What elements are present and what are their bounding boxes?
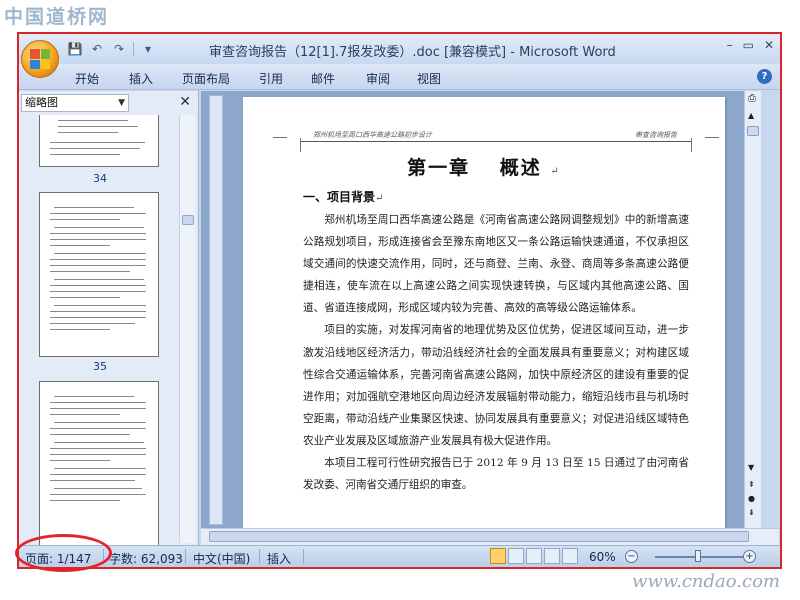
status-separator	[259, 549, 260, 564]
nav-scrollbar[interactable]	[179, 115, 195, 543]
status-separator	[185, 549, 186, 564]
zoom-in-button[interactable]: +	[743, 550, 756, 563]
close-button[interactable]: ✕	[764, 38, 774, 52]
language-status[interactable]: 中文(中国)	[193, 550, 250, 567]
nav-mode-select[interactable]: 缩略图 ▼	[21, 94, 129, 112]
help-icon[interactable]: ?	[757, 69, 772, 84]
page-header-right: 审查咨询报告	[635, 131, 677, 139]
crop-mark	[273, 137, 287, 138]
thumbnail-list: 34 35	[21, 115, 179, 545]
full-screen-reading-view-icon[interactable]	[508, 548, 524, 564]
tab-insert[interactable]: 插入	[129, 70, 153, 87]
crop-mark	[705, 137, 719, 138]
ruler-toggle-icon[interactable]: ⎙	[748, 93, 756, 104]
watermark-bottom: www.cndao.com	[632, 571, 780, 592]
scroll-down-icon[interactable]: ▼	[748, 463, 754, 472]
vertical-ruler	[209, 95, 223, 525]
save-icon[interactable]: 💾	[67, 41, 83, 57]
ribbon-tabs: 开始 插入 页面布局 引用 邮件 审阅 视图 ?	[19, 64, 780, 90]
nav-scroll-thumb[interactable]	[182, 215, 194, 225]
body-paragraph: 郑州机场至周口西华高速公路是《河南省高速公路网调整规划》中的新增高速公路规划项目…	[303, 214, 689, 315]
watermark-top: 中国道桥网	[4, 6, 110, 28]
body-paragraph: 项目的实施，对发挥河南省的地理优势及区位优势，促进区域间互动，进一步激发沿线地区…	[303, 324, 689, 447]
nav-mode-label: 缩略图	[25, 96, 58, 109]
insert-mode-status[interactable]: 插入	[267, 550, 291, 567]
zoom-slider-track[interactable]	[655, 556, 755, 558]
document-area: 郑州机场至周口西华高速公路初步设计 审查咨询报告 第一章 概述 ↵ 一、项目背景…	[201, 91, 761, 545]
window-controls: – ▭ ✕	[727, 38, 774, 52]
redo-icon[interactable]: ↷	[111, 41, 127, 57]
next-page-icon[interactable]: ⇟	[748, 508, 755, 517]
previous-page-icon[interactable]: ⇞	[748, 480, 755, 489]
page-thumbnail[interactable]	[39, 381, 159, 545]
word-window: 💾 ↶ ↷ ▾ 审查咨询报告（12[1].7报发改委）.doc [兼容模式] -…	[17, 32, 782, 569]
title-bar: 💾 ↶ ↷ ▾ 审查咨询报告（12[1].7报发改委）.doc [兼容模式] -…	[19, 34, 780, 64]
section-heading: 一、项目背景↵	[303, 188, 383, 205]
chapter-heading: 第一章 概述 ↵	[243, 153, 725, 180]
tab-home[interactable]: 开始	[75, 70, 99, 87]
paragraph-mark: ↵	[550, 166, 561, 177]
body-text: 郑州机场至周口西华高速公路是《河南省高速公路网调整规划》中的新增高速公路规划项目…	[303, 209, 689, 496]
quick-access-toolbar: 💾 ↶ ↷ ▾	[65, 40, 156, 58]
status-separator	[303, 549, 304, 564]
window-title: 审查咨询报告（12[1].7报发改委）.doc [兼容模式] - Microso…	[209, 45, 616, 60]
page-number-label: 35	[93, 360, 107, 373]
zoom-level[interactable]: 60%	[589, 550, 616, 564]
chapter-title: 第一章 概述	[407, 157, 542, 179]
section-title: 一、项目背景	[303, 190, 376, 204]
minimize-button[interactable]: –	[727, 38, 733, 52]
outline-view-icon[interactable]	[544, 548, 560, 564]
crop-mark	[691, 138, 705, 152]
document-page[interactable]: 郑州机场至周口西华高速公路初步设计 审查咨询报告 第一章 概述 ↵ 一、项目背景…	[243, 97, 725, 545]
select-browse-object-icon[interactable]: ●	[748, 494, 755, 503]
qat-separator	[133, 42, 134, 56]
draft-view-icon[interactable]	[562, 548, 578, 564]
horizontal-scroll-thumb[interactable]	[209, 531, 749, 542]
office-logo-icon	[30, 49, 50, 69]
page-header-left: 郑州机场至周口西华高速公路初步设计	[313, 131, 432, 139]
tab-view[interactable]: 视图	[417, 70, 441, 87]
nav-header: 缩略图 ▼ ✕	[21, 94, 197, 112]
highlight-circle	[15, 534, 112, 572]
status-bar: 页面: 1/147 字数: 62,093 中文(中国) 插入 60% − +	[19, 545, 780, 567]
vertical-scroll-thumb[interactable]	[747, 126, 759, 136]
tab-mailings[interactable]: 邮件	[311, 70, 335, 87]
page-thumbnail[interactable]	[39, 192, 159, 357]
customize-qat-icon[interactable]: ▾	[140, 41, 156, 57]
web-layout-view-icon[interactable]	[526, 548, 542, 564]
header-rule	[301, 141, 691, 142]
navigation-pane: 缩略图 ▼ ✕ 34 35	[19, 91, 199, 545]
body-paragraph: 本项目工程可行性研究报告已于 2012 年 9 月 13 日至 15 日通过了由…	[303, 457, 689, 492]
page-thumbnail[interactable]	[39, 115, 159, 167]
crop-mark	[287, 138, 301, 152]
scroll-up-icon[interactable]: ▲	[748, 111, 754, 120]
office-button[interactable]	[21, 40, 59, 78]
paragraph-mark: ↵	[375, 193, 384, 204]
restore-button[interactable]: ▭	[743, 38, 754, 52]
zoom-out-button[interactable]: −	[625, 550, 638, 563]
word-count-status[interactable]: 字数: 62,093	[109, 550, 183, 567]
zoom-slider-thumb[interactable]	[695, 550, 701, 562]
page-number-label: 34	[93, 172, 107, 185]
undo-icon[interactable]: ↶	[89, 41, 105, 57]
tab-review[interactable]: 审阅	[366, 70, 390, 87]
horizontal-scrollbar[interactable]	[201, 528, 779, 545]
tab-page-layout[interactable]: 页面布局	[182, 70, 230, 87]
nav-close-icon[interactable]: ✕	[179, 94, 191, 110]
tab-references[interactable]: 引用	[259, 70, 283, 87]
chevron-down-icon: ▼	[118, 98, 125, 108]
print-layout-view-icon[interactable]	[490, 548, 506, 564]
vertical-scrollbar[interactable]: ⎙ ▲ ▼ ⇞ ● ⇟	[744, 91, 761, 545]
